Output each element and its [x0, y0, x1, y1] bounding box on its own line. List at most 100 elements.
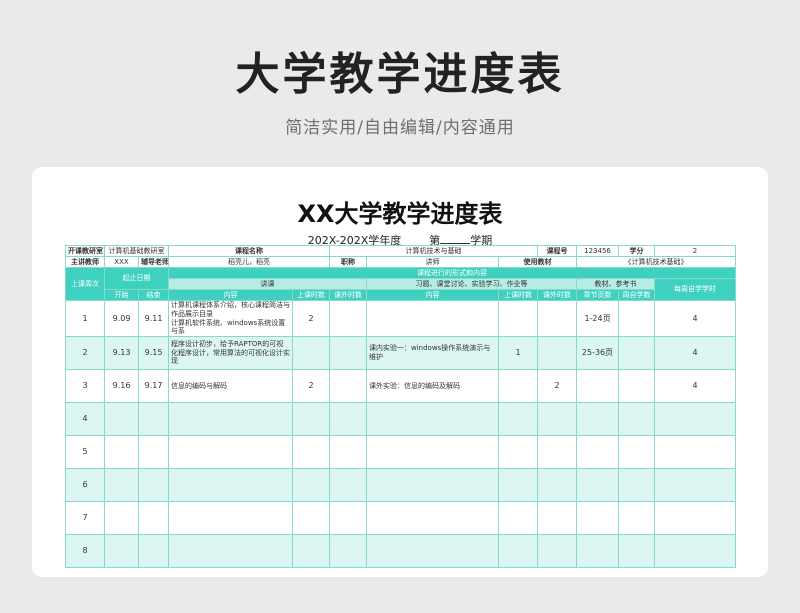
- prac-hours-cell[interactable]: [497, 402, 539, 436]
- lec-extra-cell[interactable]: [329, 402, 367, 436]
- prac-extra-cell[interactable]: 2: [537, 369, 578, 403]
- lecture-cell[interactable]: [168, 402, 293, 436]
- end-cell[interactable]: [138, 534, 169, 568]
- end-cell[interactable]: [138, 501, 169, 535]
- lecture-cell[interactable]: [168, 468, 293, 502]
- course-value[interactable]: 计算机技术与基础: [328, 245, 539, 257]
- prac-extra-cell[interactable]: [537, 402, 578, 436]
- prac-extra-cell[interactable]: [537, 300, 578, 337]
- prac-extra-cell[interactable]: [537, 534, 578, 568]
- prac-extra-cell[interactable]: [537, 468, 578, 502]
- textbook-value[interactable]: 《计算机技术基础》: [576, 256, 737, 268]
- lecture-cell[interactable]: 计算机课程体系介绍，核心课程简洁与作品展示目录 计算机软件系统、windows系…: [168, 300, 293, 337]
- end-cell[interactable]: [138, 402, 169, 436]
- start-cell[interactable]: 9.16: [104, 369, 139, 403]
- pages-cell[interactable]: 25-36页: [576, 336, 620, 370]
- start-cell[interactable]: [104, 435, 139, 469]
- start-cell[interactable]: [104, 534, 139, 568]
- lec-hours-cell[interactable]: [292, 468, 330, 502]
- lecture-cell[interactable]: 信息的编码与解码: [168, 369, 293, 403]
- term-blank[interactable]: [440, 233, 471, 244]
- self-study-cell[interactable]: [618, 336, 656, 370]
- lec-extra-cell[interactable]: [329, 468, 367, 502]
- self-study-cell[interactable]: [618, 435, 656, 469]
- practice-cell[interactable]: [366, 402, 499, 436]
- code-value[interactable]: 123456: [576, 245, 620, 257]
- lec-extra-cell[interactable]: [329, 501, 367, 535]
- self-study-cell[interactable]: [618, 402, 656, 436]
- self-hours-cell[interactable]: [654, 402, 737, 436]
- self-study-cell[interactable]: [618, 534, 656, 568]
- lec-hours-cell[interactable]: [292, 534, 330, 568]
- lecture-cell[interactable]: [168, 435, 293, 469]
- week-cell[interactable]: 7: [65, 501, 105, 535]
- title-value[interactable]: 讲师: [366, 256, 499, 268]
- lec-hours-cell[interactable]: [292, 435, 330, 469]
- start-cell[interactable]: 9.09: [104, 300, 139, 337]
- week-cell[interactable]: 8: [65, 534, 105, 568]
- self-hours-cell[interactable]: [654, 534, 737, 568]
- practice-cell[interactable]: [366, 300, 499, 337]
- start-cell[interactable]: [104, 402, 139, 436]
- pages-cell[interactable]: [576, 369, 620, 403]
- dept-value[interactable]: 计算机基础教研室: [104, 245, 169, 257]
- self-hours-cell[interactable]: [654, 468, 737, 502]
- pages-cell[interactable]: [576, 402, 620, 436]
- lec-extra-cell[interactable]: [329, 336, 367, 370]
- lec-hours-cell[interactable]: 2: [292, 300, 330, 337]
- practice-cell[interactable]: [366, 501, 499, 535]
- practice-cell[interactable]: [366, 435, 499, 469]
- practice-cell[interactable]: [366, 468, 499, 502]
- credit-value[interactable]: 2: [654, 245, 737, 257]
- end-cell[interactable]: 9.17: [138, 369, 169, 403]
- self-study-cell[interactable]: [618, 468, 656, 502]
- week-cell[interactable]: 3: [65, 369, 105, 403]
- prac-hours-cell[interactable]: [497, 501, 539, 535]
- lec-extra-cell[interactable]: [329, 534, 367, 568]
- pages-cell[interactable]: [576, 534, 620, 568]
- assistant-value[interactable]: 稻亮儿，稻亮: [168, 256, 330, 268]
- pages-cell[interactable]: [576, 435, 620, 469]
- start-cell[interactable]: [104, 468, 139, 502]
- self-hours-cell[interactable]: [654, 501, 737, 535]
- end-cell[interactable]: 9.11: [138, 300, 169, 337]
- prac-extra-cell[interactable]: [537, 501, 578, 535]
- week-cell[interactable]: 4: [65, 402, 105, 436]
- week-cell[interactable]: 2: [65, 336, 105, 370]
- start-cell[interactable]: [104, 501, 139, 535]
- lecture-cell[interactable]: 程序设计初步，给予RAPTOR的可视化程序设计，常用算法的可视化设计实现: [168, 336, 293, 370]
- prac-hours-cell[interactable]: [497, 435, 539, 469]
- prac-extra-cell[interactable]: [537, 336, 578, 370]
- practice-cell[interactable]: 课内实验一：windows操作系统演示与维护: [366, 336, 499, 370]
- end-cell[interactable]: [138, 435, 169, 469]
- self-study-cell[interactable]: [618, 501, 656, 535]
- prac-extra-cell[interactable]: [537, 435, 578, 469]
- practice-cell[interactable]: 课外实验：信息的编码及解码: [366, 369, 499, 403]
- lec-hours-cell[interactable]: [292, 402, 330, 436]
- lec-hours-cell[interactable]: [292, 336, 330, 370]
- lec-extra-cell[interactable]: [329, 300, 367, 337]
- pages-cell[interactable]: [576, 501, 620, 535]
- teacher-value[interactable]: XXX: [104, 256, 139, 268]
- end-cell[interactable]: [138, 468, 169, 502]
- start-cell[interactable]: 9.13: [104, 336, 139, 370]
- prac-hours-cell[interactable]: [497, 534, 539, 568]
- lec-hours-cell[interactable]: 2: [292, 369, 330, 403]
- end-cell[interactable]: 9.15: [138, 336, 169, 370]
- prac-hours-cell[interactable]: [497, 468, 539, 502]
- self-study-cell[interactable]: [618, 369, 656, 403]
- week-cell[interactable]: 6: [65, 468, 105, 502]
- self-hours-cell[interactable]: 4: [654, 336, 737, 370]
- lec-extra-cell[interactable]: [329, 369, 367, 403]
- lec-hours-cell[interactable]: [292, 501, 330, 535]
- prac-hours-cell[interactable]: [497, 369, 539, 403]
- pages-cell[interactable]: 1-24页: [576, 300, 620, 337]
- self-hours-cell[interactable]: 4: [654, 369, 737, 403]
- lecture-cell[interactable]: [168, 501, 293, 535]
- lecture-cell[interactable]: [168, 534, 293, 568]
- prac-hours-cell[interactable]: 1: [497, 336, 539, 370]
- lec-extra-cell[interactable]: [329, 435, 367, 469]
- week-cell[interactable]: 5: [65, 435, 105, 469]
- self-study-cell[interactable]: [618, 300, 656, 337]
- week-cell[interactable]: 1: [65, 300, 105, 337]
